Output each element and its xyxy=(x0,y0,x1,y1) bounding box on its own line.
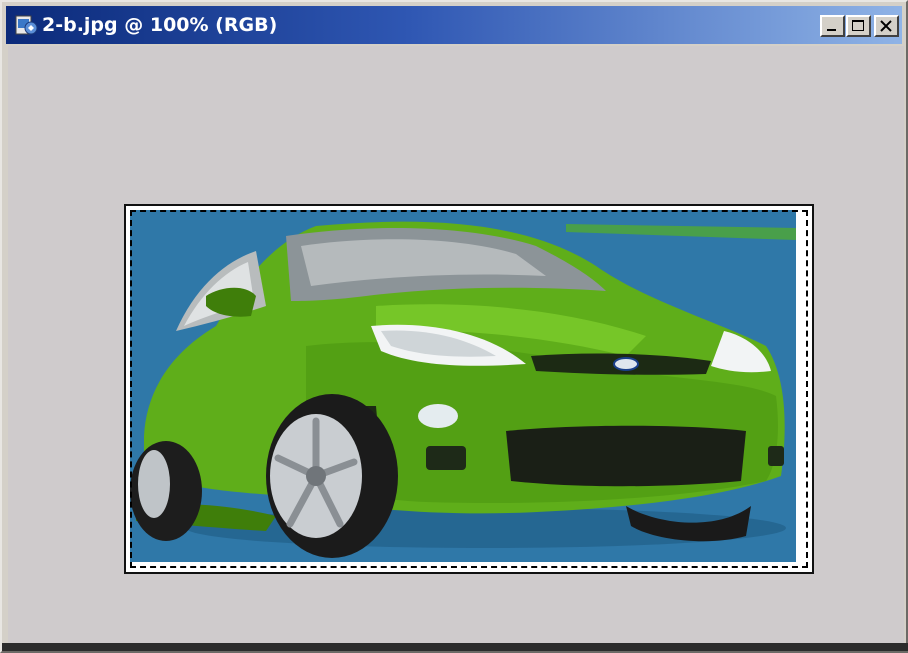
maximize-icon xyxy=(852,20,864,31)
document-window: 2-b.jpg @ 100% (RGB) xyxy=(0,0,908,653)
close-icon xyxy=(880,20,892,32)
document-image[interactable] xyxy=(124,204,814,574)
close-button[interactable] xyxy=(874,15,899,37)
photoshop-document-icon[interactable] xyxy=(14,13,38,37)
canvas-area[interactable] xyxy=(8,46,904,645)
car-image xyxy=(130,210,796,562)
minimize-icon xyxy=(827,29,836,31)
window-title: 2-b.jpg @ 100% (RGB) xyxy=(42,14,278,36)
status-strip xyxy=(2,643,908,651)
minimize-button[interactable] xyxy=(820,15,845,37)
title-bar[interactable]: 2-b.jpg @ 100% (RGB) xyxy=(6,6,902,44)
maximize-button[interactable] xyxy=(846,15,871,37)
